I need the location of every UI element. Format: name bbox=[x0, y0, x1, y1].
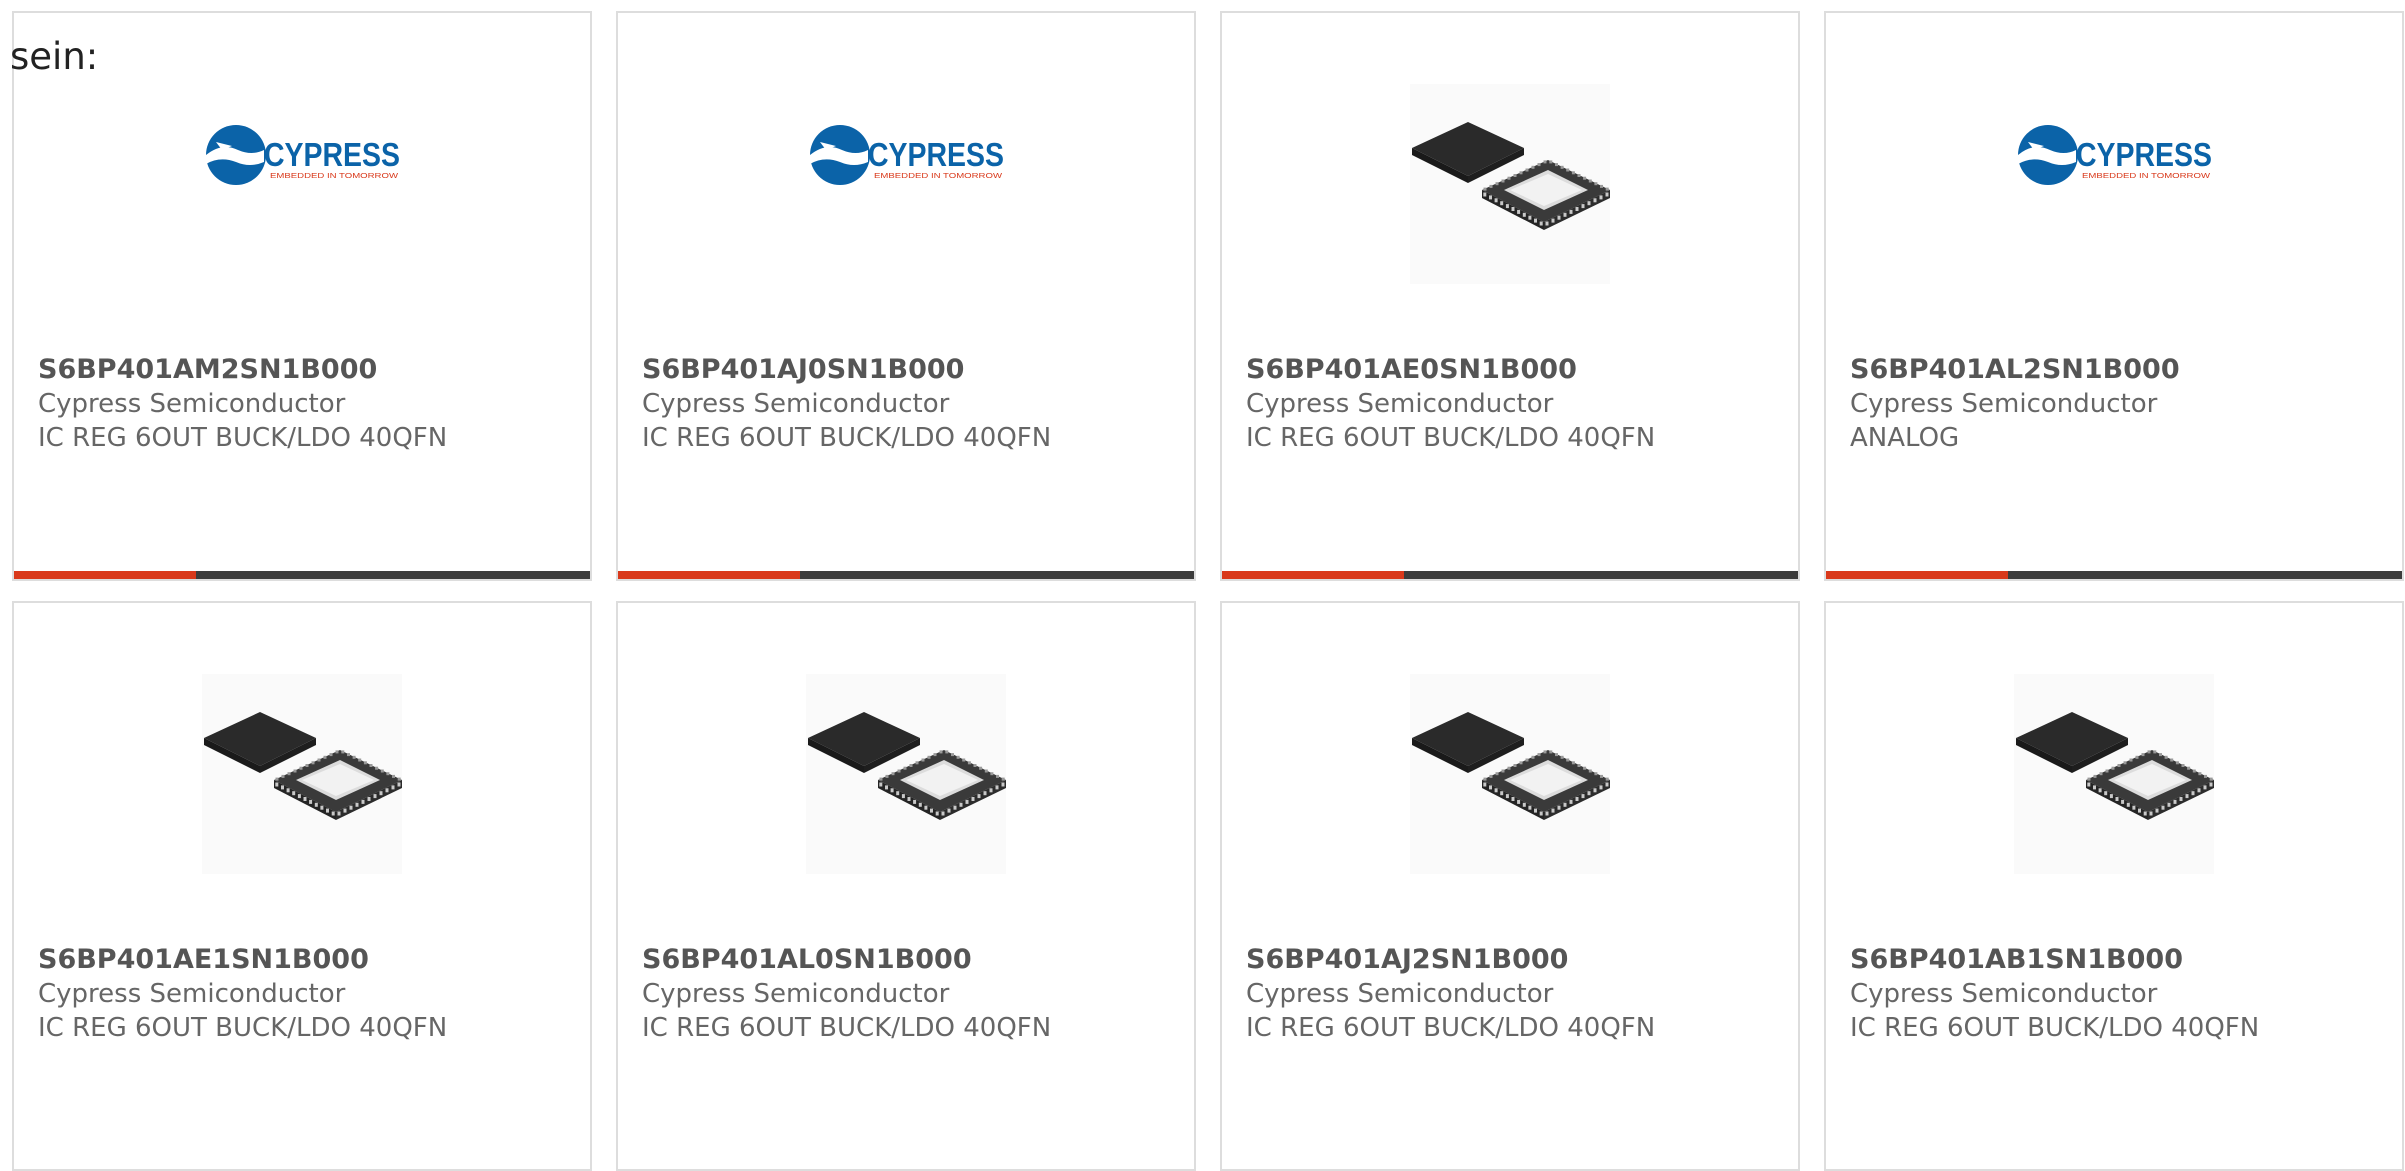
product-manufacturer: Cypress Semiconductor bbox=[1850, 979, 2158, 1009]
product-manufacturer: Cypress Semiconductor bbox=[1246, 979, 1554, 1009]
product-part-number[interactable]: S6BP401AL2SN1B000 bbox=[1850, 353, 2392, 387]
product-info: S6BP401AB1SN1B000 Cypress Semiconductor … bbox=[1850, 943, 2392, 1045]
product-manufacturer: Cypress Semiconductor bbox=[1850, 389, 2158, 419]
product-card[interactable]: S6BP401AL0SN1B000 Cypress Semiconductor … bbox=[616, 601, 1196, 1171]
svg-text:EMBEDDED IN TOMORROW: EMBEDDED IN TOMORROW bbox=[2082, 171, 2211, 180]
product-info: S6BP401AJ2SN1B000 Cypress Semiconductor … bbox=[1246, 943, 1788, 1045]
product-image[interactable] bbox=[1410, 84, 1610, 284]
product-grid: CYPRESS EMBEDDED IN TOMORROW S6BP401AM2S… bbox=[12, 11, 2404, 1171]
product-description: IC REG 6OUT BUCK/LDO 40QFN bbox=[38, 1013, 448, 1043]
svg-text:CYPRESS: CYPRESS bbox=[868, 136, 1004, 173]
card-accent-bar bbox=[618, 571, 800, 579]
product-description: IC REG 6OUT BUCK/LDO 40QFN bbox=[642, 1013, 1052, 1043]
product-image[interactable] bbox=[2014, 674, 2214, 874]
product-manufacturer: Cypress Semiconductor bbox=[38, 979, 346, 1009]
product-card[interactable]: S6BP401AB1SN1B000 Cypress Semiconductor … bbox=[1824, 601, 2404, 1171]
product-card[interactable]: S6BP401AE0SN1B000 Cypress Semiconductor … bbox=[1220, 11, 1800, 581]
card-accent-bar bbox=[14, 571, 196, 579]
card-accent-bar bbox=[1826, 571, 2008, 579]
product-image[interactable] bbox=[202, 674, 402, 874]
qfn-chip-icon bbox=[202, 674, 402, 874]
product-image[interactable] bbox=[806, 674, 1006, 874]
product-description: IC REG 6OUT BUCK/LDO 40QFN bbox=[38, 423, 448, 453]
product-info: S6BP401AL2SN1B000 Cypress Semiconductor … bbox=[1850, 353, 2392, 455]
product-card[interactable]: CYPRESS EMBEDDED IN TOMORROW S6BP401AM2S… bbox=[12, 11, 592, 581]
card-bottom-bar bbox=[1826, 571, 2402, 579]
svg-text:EMBEDDED IN TOMORROW: EMBEDDED IN TOMORROW bbox=[874, 171, 1003, 180]
product-info: S6BP401AE0SN1B000 Cypress Semiconductor … bbox=[1246, 353, 1788, 455]
product-card[interactable]: CYPRESS EMBEDDED IN TOMORROW S6BP401AL2S… bbox=[1824, 11, 2404, 581]
qfn-chip-icon bbox=[1410, 84, 1610, 284]
product-manufacturer: Cypress Semiconductor bbox=[1246, 389, 1554, 419]
product-card[interactable]: CYPRESS EMBEDDED IN TOMORROW S6BP401AJ0S… bbox=[616, 11, 1196, 581]
product-manufacturer: Cypress Semiconductor bbox=[642, 979, 950, 1009]
cypress-logo-icon: CYPRESS EMBEDDED IN TOMORROW bbox=[810, 125, 1004, 185]
product-image[interactable]: CYPRESS EMBEDDED IN TOMORROW bbox=[2014, 84, 2214, 284]
product-part-number[interactable]: S6BP401AL0SN1B000 bbox=[642, 943, 1184, 977]
product-description: IC REG 6OUT BUCK/LDO 40QFN bbox=[1246, 1013, 1656, 1043]
svg-text:CYPRESS: CYPRESS bbox=[264, 136, 400, 173]
product-info: S6BP401AL0SN1B000 Cypress Semiconductor … bbox=[642, 943, 1184, 1045]
product-part-number[interactable]: S6BP401AJ0SN1B000 bbox=[642, 353, 1184, 387]
product-info: S6BP401AM2SN1B000 Cypress Semiconductor … bbox=[38, 353, 580, 455]
product-manufacturer: Cypress Semiconductor bbox=[642, 389, 950, 419]
card-accent-bar bbox=[1222, 571, 1404, 579]
product-description: IC REG 6OUT BUCK/LDO 40QFN bbox=[1246, 423, 1656, 453]
card-bottom-bar bbox=[618, 571, 1194, 579]
svg-text:CYPRESS: CYPRESS bbox=[2076, 136, 2212, 173]
product-part-number[interactable]: S6BP401AE0SN1B000 bbox=[1246, 353, 1788, 387]
card-bottom-bar bbox=[1222, 571, 1798, 579]
qfn-chip-icon bbox=[1410, 674, 1610, 874]
product-description: IC REG 6OUT BUCK/LDO 40QFN bbox=[642, 423, 1052, 453]
cypress-logo-icon: CYPRESS EMBEDDED IN TOMORROW bbox=[2018, 125, 2212, 185]
product-part-number[interactable]: S6BP401AE1SN1B000 bbox=[38, 943, 580, 977]
product-description: ANALOG bbox=[1850, 423, 1960, 453]
product-part-number[interactable]: S6BP401AM2SN1B000 bbox=[38, 353, 580, 387]
product-description: IC REG 6OUT BUCK/LDO 40QFN bbox=[1850, 1013, 2260, 1043]
card-bottom-bar bbox=[14, 571, 590, 579]
product-part-number[interactable]: S6BP401AJ2SN1B000 bbox=[1246, 943, 1788, 977]
page-text-fragment: sein: bbox=[10, 35, 99, 78]
product-card[interactable]: S6BP401AJ2SN1B000 Cypress Semiconductor … bbox=[1220, 601, 1800, 1171]
product-image[interactable] bbox=[1410, 674, 1610, 874]
svg-text:EMBEDDED IN TOMORROW: EMBEDDED IN TOMORROW bbox=[270, 171, 399, 180]
product-info: S6BP401AE1SN1B000 Cypress Semiconductor … bbox=[38, 943, 580, 1045]
cypress-logo-icon: CYPRESS EMBEDDED IN TOMORROW bbox=[206, 125, 400, 185]
qfn-chip-icon bbox=[806, 674, 1006, 874]
qfn-chip-icon bbox=[2014, 674, 2214, 874]
product-image[interactable]: CYPRESS EMBEDDED IN TOMORROW bbox=[806, 84, 1006, 284]
product-part-number[interactable]: S6BP401AB1SN1B000 bbox=[1850, 943, 2392, 977]
product-manufacturer: Cypress Semiconductor bbox=[38, 389, 346, 419]
product-card[interactable]: S6BP401AE1SN1B000 Cypress Semiconductor … bbox=[12, 601, 592, 1171]
product-image[interactable]: CYPRESS EMBEDDED IN TOMORROW bbox=[202, 84, 402, 284]
product-info: S6BP401AJ0SN1B000 Cypress Semiconductor … bbox=[642, 353, 1184, 455]
